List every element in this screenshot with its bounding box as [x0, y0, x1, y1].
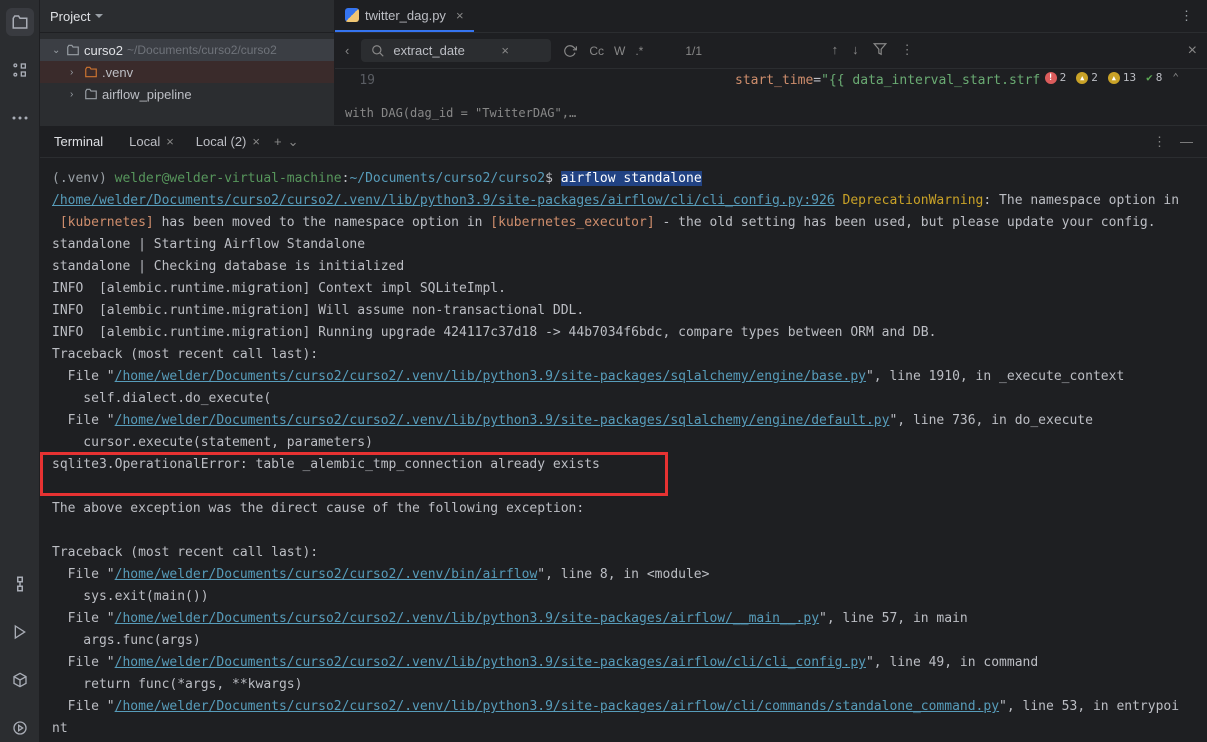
- project-title: Project: [50, 9, 90, 24]
- prev-match-icon[interactable]: ↑: [832, 42, 839, 60]
- tab-filename: twitter_dag.py: [365, 8, 446, 23]
- more-tools-icon[interactable]: [6, 104, 34, 132]
- terminal-tab[interactable]: Local (2) ×: [188, 131, 268, 152]
- folder-name: airflow_pipeline: [102, 87, 192, 102]
- tree-item-pipeline[interactable]: › airflow_pipeline: [40, 83, 334, 105]
- match-case-toggle[interactable]: Cc: [589, 44, 604, 58]
- close-icon[interactable]: ×: [166, 134, 174, 149]
- python-file-icon: [345, 8, 359, 22]
- clear-search-icon[interactable]: ×: [501, 43, 509, 58]
- close-icon[interactable]: ×: [456, 8, 464, 23]
- collapse-arrow-icon[interactable]: ‹: [345, 43, 349, 58]
- search-box[interactable]: ×: [361, 39, 551, 62]
- tree-item-venv[interactable]: › .venv: [40, 61, 334, 83]
- weak-warning-icon: [1108, 72, 1120, 84]
- file-link[interactable]: /home/welder/Documents/curso2/curso2/.ve…: [115, 699, 999, 714]
- editor-area: twitter_dag.py × ⋮ ‹ × Cc W .*: [335, 0, 1207, 125]
- run-tool-icon[interactable]: [6, 618, 34, 646]
- words-toggle[interactable]: W: [614, 44, 625, 58]
- chevron-down-icon: [94, 11, 104, 21]
- inspections-widget[interactable]: !2 2 13 ✔8 ⌃: [1045, 71, 1179, 84]
- terminal-output[interactable]: (.venv) welder@welder-virtual-machine:~/…: [40, 158, 1207, 742]
- file-link[interactable]: /home/welder/Documents/curso2/curso2/.ve…: [115, 655, 866, 670]
- terminal-tab[interactable]: Local ×: [121, 131, 182, 152]
- root-name: curso2: [84, 43, 123, 58]
- history-icon[interactable]: [563, 44, 577, 58]
- file-link[interactable]: /home/welder/Documents/curso2/curso2/.ve…: [115, 369, 866, 384]
- project-header[interactable]: Project: [40, 0, 334, 33]
- file-link[interactable]: /home/welder/Documents/curso2/curso2/.ve…: [115, 413, 890, 428]
- new-terminal-icon[interactable]: +: [274, 134, 282, 149]
- tree-root[interactable]: ⌄ curso2 ~/Documents/curso2/curso2: [40, 39, 334, 61]
- root-path: ~/Documents/curso2/curso2: [127, 43, 277, 57]
- packages-tool-icon[interactable]: [6, 666, 34, 694]
- terminal-dropdown-icon[interactable]: ⌄: [288, 134, 299, 150]
- close-search-icon[interactable]: ×: [1188, 42, 1197, 60]
- expand-inspections-icon[interactable]: ⌃: [1172, 71, 1179, 84]
- close-icon[interactable]: ×: [252, 134, 260, 149]
- editor-tab[interactable]: twitter_dag.py ×: [335, 0, 474, 32]
- find-bar: ‹ × Cc W .* 1/1 ↑ ↓ ⋮: [335, 33, 1207, 69]
- services-tool-icon[interactable]: [6, 714, 34, 742]
- terminal-header: Terminal Local × Local (2) × + ⌄ ⋮ —: [40, 126, 1207, 158]
- editor-tab-bar: twitter_dag.py × ⋮: [335, 0, 1207, 33]
- tab-more-icon[interactable]: ⋮: [1166, 8, 1207, 24]
- line-number: 19: [335, 73, 385, 88]
- project-tool-icon[interactable]: [6, 8, 34, 36]
- next-match-icon[interactable]: ↓: [852, 42, 859, 60]
- error-icon: !: [1045, 72, 1057, 84]
- search-count: 1/1: [685, 44, 702, 58]
- breadcrumb[interactable]: with DAG(dag_id = "TwitterDAG",…: [335, 101, 1207, 125]
- search-input[interactable]: [393, 43, 493, 58]
- python-console-icon[interactable]: [6, 570, 34, 598]
- structure-tool-icon[interactable]: [6, 56, 34, 84]
- file-link[interactable]: /home/welder/Documents/curso2/curso2/.ve…: [115, 567, 538, 582]
- project-tree: ⌄ curso2 ~/Documents/curso2/curso2 › .ve…: [40, 33, 334, 111]
- terminal-panel: Terminal Local × Local (2) × + ⌄ ⋮ — (.v…: [40, 125, 1207, 742]
- check-icon: ✔: [1146, 71, 1153, 84]
- left-tool-rail: [0, 0, 40, 742]
- filter-icon[interactable]: [873, 42, 887, 56]
- terminal-title: Terminal: [54, 134, 103, 149]
- minimize-terminal-icon[interactable]: —: [1180, 134, 1193, 150]
- file-link[interactable]: /home/welder/Documents/curso2/curso2/.ve…: [52, 193, 835, 208]
- regex-toggle[interactable]: .*: [635, 44, 643, 58]
- warning-icon: [1076, 72, 1088, 84]
- search-icon: [371, 44, 385, 58]
- folder-name: .venv: [102, 65, 133, 80]
- editor-body[interactable]: 19 start_time="{{ data_interval_start.st…: [335, 69, 1207, 125]
- terminal-options-icon[interactable]: ⋮: [1153, 134, 1166, 150]
- file-link[interactable]: /home/welder/Documents/curso2/curso2/.ve…: [115, 611, 819, 626]
- more-search-icon[interactable]: ⋮: [901, 42, 914, 60]
- project-panel: Project ⌄ curso2 ~/Documents/curso2/curs…: [40, 0, 335, 125]
